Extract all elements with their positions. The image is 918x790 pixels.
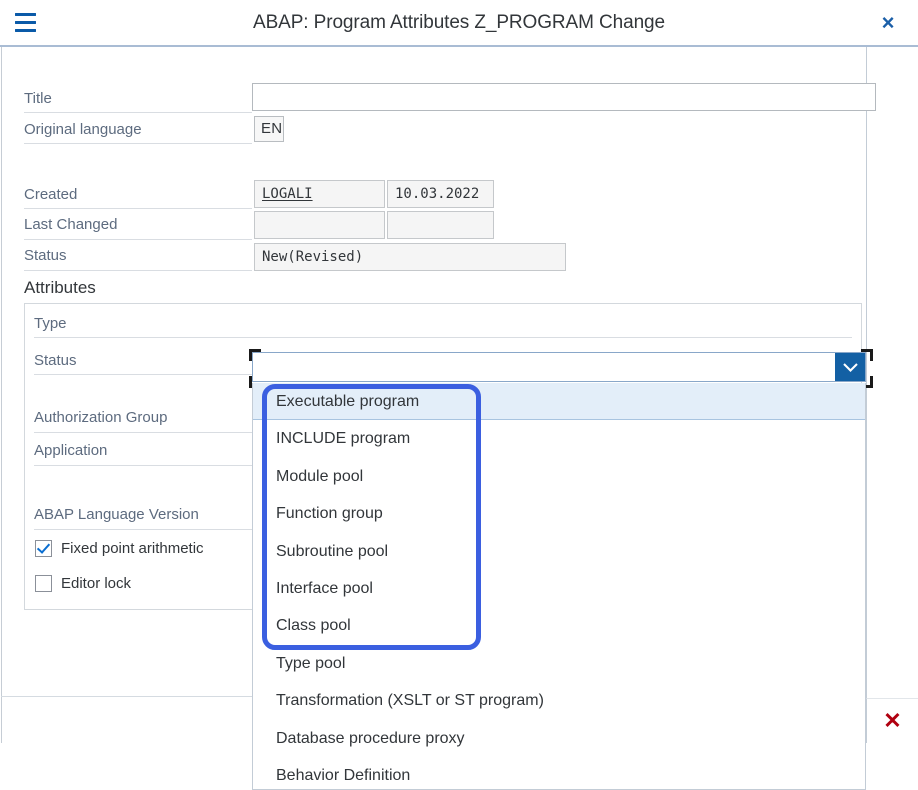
title-row-rule xyxy=(24,112,252,113)
type-row-rule xyxy=(34,337,852,338)
created-row-rule xyxy=(24,208,252,209)
status-label: Status xyxy=(24,247,67,264)
created-user-link[interactable]: LOGALI xyxy=(262,186,313,202)
type-dropdown-option[interactable]: Class pool xyxy=(253,607,865,644)
type-dropdown-option[interactable]: Function group xyxy=(253,495,865,532)
created-date-value: 10.03.2022 xyxy=(387,180,494,208)
authorization-group-label: Authorization Group xyxy=(34,409,168,426)
last-changed-user-value xyxy=(254,211,385,239)
checkbox-editor-lock-label: Editor lock xyxy=(61,575,132,592)
original-language-row-rule xyxy=(24,143,252,144)
title-input[interactable] xyxy=(252,83,876,111)
title-label: Title xyxy=(24,90,52,107)
abap-language-version-label: ABAP Language Version xyxy=(34,506,199,523)
type-dropdown-option[interactable]: Transformation (XSLT or ST program) xyxy=(253,682,865,719)
checkbox-editor-lock[interactable] xyxy=(35,575,52,592)
form-content: Title Original language EN Created LOGAL… xyxy=(0,47,918,790)
window-title-bar: ABAP: Program Attributes Z_PROGRAM Chang… xyxy=(0,0,918,47)
last-changed-date-value xyxy=(387,211,494,239)
checkbox-fixed-point-arithmetic[interactable] xyxy=(35,540,52,557)
type-combobox[interactable] xyxy=(252,352,866,382)
close-icon[interactable]: × xyxy=(874,9,902,37)
chevron-down-icon[interactable] xyxy=(835,353,865,381)
type-dropdown-option[interactable]: Subroutine pool xyxy=(253,533,865,570)
status-row-rule xyxy=(24,270,252,271)
type-label: Type xyxy=(34,315,67,332)
type-dropdown-option[interactable]: Module pool xyxy=(253,458,865,495)
created-user-value[interactable]: LOGALI xyxy=(254,180,385,208)
attr-status-label: Status xyxy=(34,352,77,369)
cancel-button[interactable]: ✕ xyxy=(866,698,918,743)
original-language-value[interactable]: EN xyxy=(254,116,284,142)
type-dropdown-option[interactable]: Database procedure proxy xyxy=(253,720,865,757)
type-dropdown-option[interactable]: Executable program xyxy=(253,383,865,421)
attributes-section-title: Attributes xyxy=(24,278,96,297)
application-label: Application xyxy=(34,442,108,459)
type-dropdown-option[interactable]: Behavior Definition xyxy=(253,757,865,789)
checkbox-fixed-point-arithmetic-label: Fixed point arithmetic xyxy=(61,540,204,557)
type-dropdown-list[interactable]: Executable program INCLUDE program Module … xyxy=(252,383,866,790)
page-title: ABAP: Program Attributes Z_PROGRAM Chang… xyxy=(253,12,665,33)
last-changed-row-rule xyxy=(24,239,252,240)
original-language-label: Original language xyxy=(24,121,142,138)
created-label: Created xyxy=(24,186,78,203)
status-value: New(Revised) xyxy=(254,243,566,271)
last-changed-label: Last Changed xyxy=(24,216,118,233)
type-dropdown-option[interactable]: INCLUDE program xyxy=(253,420,865,457)
type-dropdown-option[interactable]: Interface pool xyxy=(253,570,865,607)
type-dropdown-option[interactable]: Type pool xyxy=(253,645,865,682)
